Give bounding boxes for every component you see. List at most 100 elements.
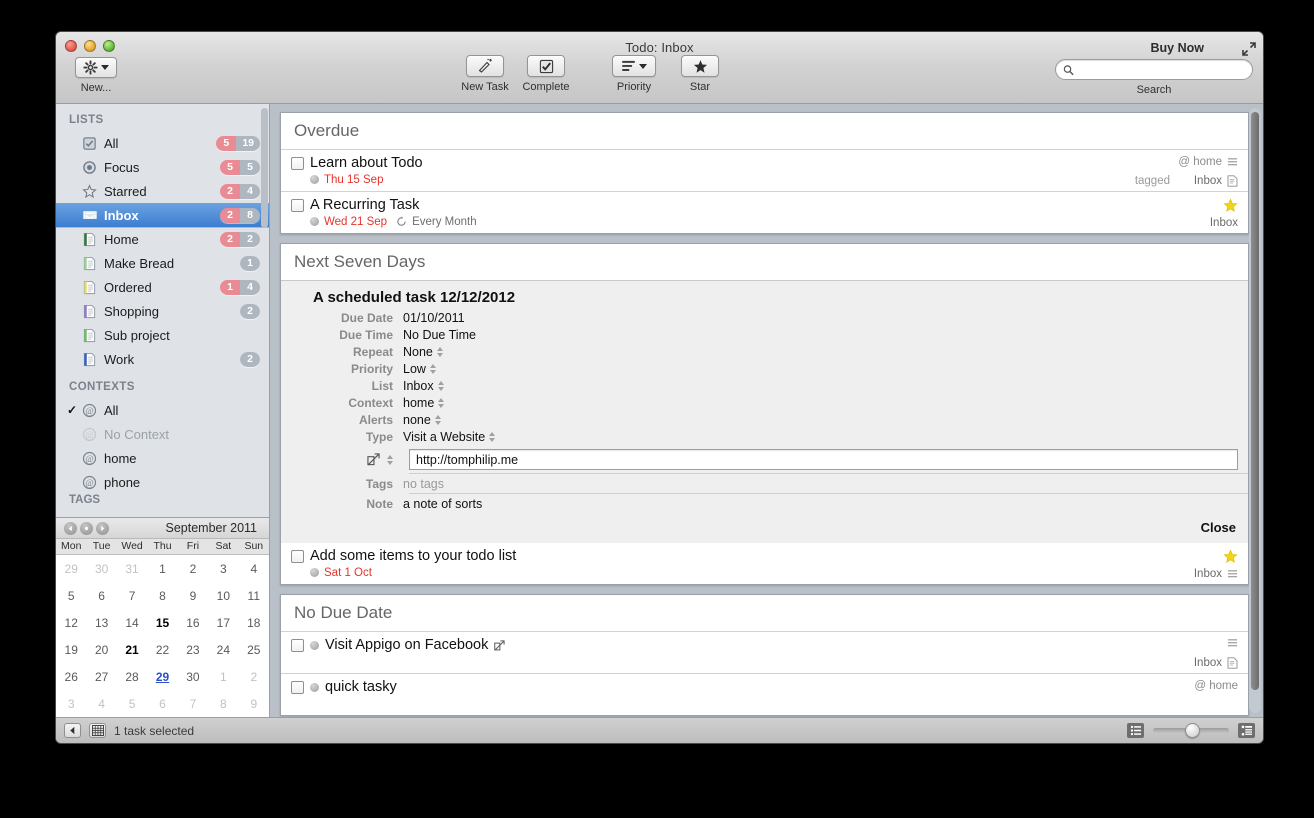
sidebar-item-starred[interactable]: Starred 2 4 bbox=[56, 179, 269, 203]
detail-field-value[interactable]: home bbox=[403, 396, 434, 410]
calendar-today-button[interactable] bbox=[80, 521, 93, 535]
toggle-sidebar-button[interactable] bbox=[64, 723, 81, 738]
task-due-date[interactable]: Thu 15 Sep bbox=[324, 174, 383, 186]
sidebar-item-home[interactable]: Home 2 2 bbox=[56, 227, 269, 251]
detail-field-value-wrap[interactable]: None bbox=[403, 345, 443, 359]
task-tag-lines-icon[interactable] bbox=[1227, 569, 1238, 580]
fullscreen-icon[interactable] bbox=[1241, 41, 1257, 57]
row-size-slider[interactable] bbox=[1153, 723, 1229, 738]
detail-field-value[interactable]: 01/10/2011 bbox=[403, 311, 465, 325]
calendar-day[interactable]: 4 bbox=[86, 690, 116, 717]
task-tag-lines-icon[interactable] bbox=[1227, 157, 1238, 168]
task-context[interactable]: @ home bbox=[1178, 156, 1222, 168]
link-icon[interactable] bbox=[367, 453, 380, 466]
calendar-day[interactable]: 15 bbox=[147, 609, 177, 636]
task-context[interactable]: @ home bbox=[1194, 680, 1238, 692]
calendar-day[interactable]: 17 bbox=[208, 609, 238, 636]
calendar-day[interactable]: 14 bbox=[117, 609, 147, 636]
task-checkbox[interactable] bbox=[291, 680, 304, 694]
detail-field-value[interactable]: Visit a Website bbox=[403, 430, 485, 444]
calendar-day[interactable]: 25 bbox=[239, 636, 269, 663]
task-note-icon[interactable] bbox=[1227, 657, 1238, 669]
calendar-day[interactable]: 2 bbox=[178, 555, 208, 582]
stepper-control[interactable] bbox=[436, 346, 443, 357]
task-list-name[interactable]: Inbox bbox=[1194, 568, 1222, 580]
calendar-day[interactable]: 31 bbox=[117, 555, 147, 582]
url-input[interactable] bbox=[416, 452, 1231, 467]
star-button[interactable]: Star bbox=[667, 55, 733, 93]
task-link-icon[interactable] bbox=[494, 639, 505, 651]
search-input[interactable] bbox=[1078, 63, 1245, 76]
task-title[interactable]: Visit Appigo on Facebook bbox=[325, 637, 488, 653]
task-checkbox[interactable] bbox=[291, 638, 304, 652]
stepper-control[interactable] bbox=[429, 363, 436, 374]
calendar-day[interactable]: 21 bbox=[117, 636, 147, 663]
priority-dot[interactable] bbox=[310, 217, 319, 226]
compact-view-button[interactable] bbox=[1127, 723, 1144, 738]
calendar-day[interactable]: 7 bbox=[117, 582, 147, 609]
new-menu-button[interactable] bbox=[75, 57, 117, 78]
calendar-day[interactable]: 6 bbox=[86, 582, 116, 609]
detail-task-title[interactable]: A scheduled task 12/12/2012 bbox=[281, 287, 1248, 309]
task-due-date[interactable]: Wed 21 Sep bbox=[324, 216, 387, 228]
task-checkbox[interactable] bbox=[291, 156, 304, 170]
sidebar-item-focus[interactable]: Focus 5 5 bbox=[56, 155, 269, 179]
buy-now-button[interactable]: Buy Now bbox=[1151, 41, 1204, 55]
detail-field-value[interactable]: None bbox=[403, 345, 433, 359]
task-star-toggle[interactable] bbox=[1223, 198, 1238, 213]
calendar-day[interactable]: 3 bbox=[56, 690, 86, 717]
calendar-day[interactable]: 2 bbox=[239, 663, 269, 690]
new-task-button[interactable]: New Task bbox=[452, 55, 518, 93]
task-row[interactable]: Add some items to your todo list Sat 1 Oc… bbox=[281, 543, 1248, 584]
scrollbar-thumb[interactable] bbox=[1251, 112, 1259, 690]
priority-dot[interactable] bbox=[310, 175, 319, 184]
calendar-day[interactable]: 3 bbox=[208, 555, 238, 582]
search-field[interactable] bbox=[1055, 59, 1253, 80]
expanded-view-button[interactable] bbox=[1238, 723, 1255, 738]
detail-field-value-wrap[interactable]: none bbox=[403, 413, 441, 427]
stepper-control[interactable] bbox=[438, 397, 445, 408]
detail-field-value-wrap[interactable]: Low bbox=[403, 362, 436, 376]
task-list-name[interactable]: Inbox bbox=[1210, 217, 1238, 229]
task-title[interactable]: Learn about Todo bbox=[310, 155, 423, 171]
calendar-day[interactable]: 10 bbox=[208, 582, 238, 609]
calendar-day[interactable]: 1 bbox=[147, 555, 177, 582]
calendar-day[interactable]: 8 bbox=[208, 690, 238, 717]
calendar-day[interactable]: 18 bbox=[239, 609, 269, 636]
calendar-day[interactable]: 29 bbox=[147, 663, 177, 690]
complete-button[interactable]: Complete bbox=[513, 55, 579, 93]
task-title[interactable]: quick tasky bbox=[325, 679, 397, 695]
calendar-day[interactable]: 24 bbox=[208, 636, 238, 663]
calendar-day[interactable]: 28 bbox=[117, 663, 147, 690]
calendar-day[interactable]: 26 bbox=[56, 663, 86, 690]
priority-button[interactable]: Priority bbox=[601, 55, 667, 93]
calendar-day[interactable]: 12 bbox=[56, 609, 86, 636]
calendar-day[interactable]: 4 bbox=[239, 555, 269, 582]
sidebar-context-no-context[interactable]: @ No Context bbox=[56, 422, 269, 446]
slider-thumb[interactable] bbox=[1185, 723, 1200, 738]
calendar-day[interactable]: 8 bbox=[147, 582, 177, 609]
task-list-name[interactable]: Inbox bbox=[1194, 175, 1222, 187]
calendar-day[interactable]: 23 bbox=[178, 636, 208, 663]
task-title[interactable]: A Recurring Task bbox=[310, 197, 419, 213]
stepper-control[interactable] bbox=[489, 431, 496, 442]
calendar-grid[interactable]: 29 30 31 1 2 3 4 5 6 7 8 9 10 11 12 13 14 15 16 17 18 19 20 21 2… bbox=[56, 555, 269, 717]
new-menu[interactable]: New... bbox=[66, 57, 126, 94]
task-checkbox[interactable] bbox=[291, 198, 304, 212]
calendar-day[interactable]: 13 bbox=[86, 609, 116, 636]
sidebar-context-phone[interactable]: @ phone bbox=[56, 470, 269, 494]
calendar-day[interactable]: 7 bbox=[178, 690, 208, 717]
detail-field-value-wrap[interactable]: No Due Time bbox=[403, 328, 476, 342]
detail-field-value-wrap[interactable]: Visit a Website bbox=[403, 430, 496, 444]
sidebar-scrollbar[interactable] bbox=[261, 108, 268, 228]
task-checkbox[interactable] bbox=[291, 549, 304, 563]
calendar-day[interactable]: 19 bbox=[56, 636, 86, 663]
task-due-date[interactable]: Sat 1 Oct bbox=[324, 567, 372, 579]
detail-field-value-wrap[interactable]: 01/10/2011 bbox=[403, 311, 465, 325]
calendar-toggle-button[interactable] bbox=[89, 723, 106, 738]
task-tag-lines-icon[interactable] bbox=[1227, 638, 1238, 649]
calendar-day[interactable]: 29 bbox=[56, 555, 86, 582]
sidebar-context-all[interactable]: ✓ @ All bbox=[56, 398, 269, 422]
detail-field-value[interactable]: Low bbox=[403, 362, 426, 376]
calendar-day[interactable]: 9 bbox=[239, 690, 269, 717]
